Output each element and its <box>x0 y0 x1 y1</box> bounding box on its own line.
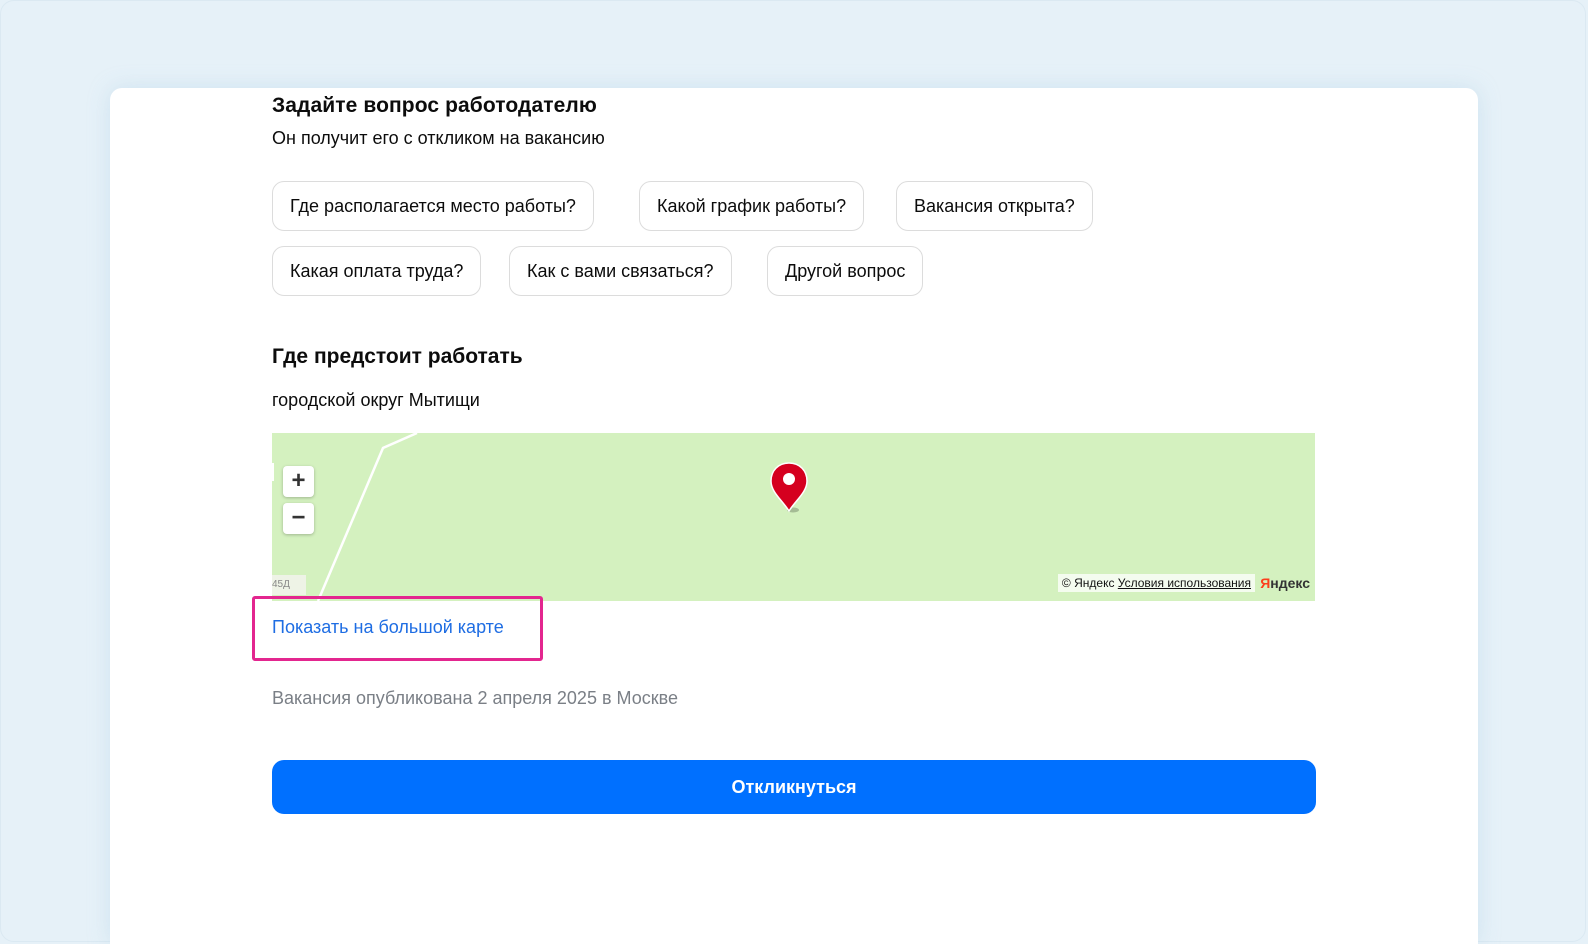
respond-button[interactable]: Откликнуться <box>272 760 1316 814</box>
map-pin-icon[interactable] <box>769 461 809 517</box>
map-zoom-in-button[interactable]: + <box>283 466 314 497</box>
work-location-title: Где предстоит работать <box>272 345 523 368</box>
map-zoom-out-button[interactable]: − <box>283 503 314 534</box>
yandex-logo: Яндекс <box>1260 574 1310 592</box>
question-chip-other[interactable]: Другой вопрос <box>767 246 924 296</box>
question-chip-salary[interactable]: Какая оплата труда? <box>272 246 482 296</box>
question-chip-schedule[interactable]: Какой график работы? <box>639 181 865 231</box>
ask-question-title: Задайте вопрос работодателю <box>272 94 597 117</box>
yandex-logo-first-letter: Я <box>1260 575 1271 591</box>
question-chip-contact[interactable]: Как с вами связаться? <box>509 246 732 296</box>
yandex-map[interactable]: + − 45Д © Яндекс Условия использования Я… <box>272 433 1315 601</box>
map-copyright: © Яндекс Условия использования <box>1057 574 1255 592</box>
ask-question-subtitle: Он получит его с откликом на вакансию <box>272 128 605 148</box>
question-chip-location[interactable]: Где располагается место работы? <box>272 181 594 231</box>
map-road-label: 45Д <box>272 575 306 595</box>
map-terms-link[interactable]: Условия использования <box>1118 576 1251 590</box>
map-copyright-text: © Яндекс <box>1061 576 1115 590</box>
question-chip-vacancy-open[interactable]: Вакансия открыта? <box>896 181 1093 231</box>
show-on-big-map-link[interactable]: Показать на большой карте <box>272 617 504 638</box>
published-info: Вакансия опубликована 2 апреля 2025 в Мо… <box>272 688 678 708</box>
yandex-logo-rest: ндекс <box>1270 575 1310 591</box>
work-location-address: городской округ Мытищи <box>272 390 480 410</box>
